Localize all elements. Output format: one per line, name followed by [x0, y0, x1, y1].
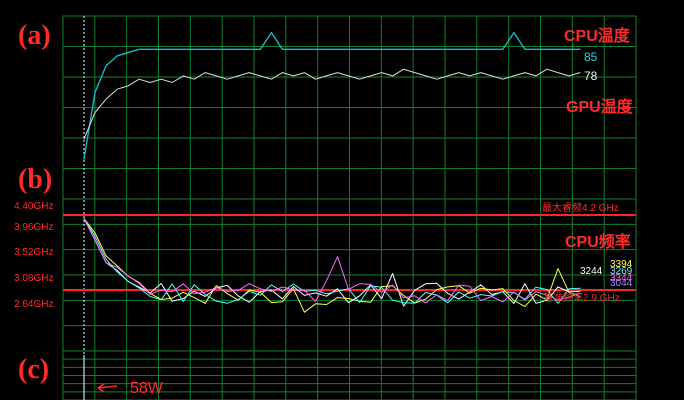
cpu-temp-value-label: 85	[584, 50, 598, 64]
frequency-value-label-3044: 3044	[610, 278, 633, 289]
y-tick-label-2-64: 2.64GHz	[14, 299, 53, 310]
panel-a-letter-label: (a)	[18, 20, 51, 51]
monitoring-chart-canvas: (a) (b) (c) CPU温度 GPU温度 85 78 最大睿频4.2 GH…	[14, 15, 637, 400]
y-tick-label-4-40: 4.40GHz	[14, 201, 53, 212]
panel-c-letter-label: (c)	[18, 354, 49, 385]
panel-b-letter-label: (b)	[18, 164, 52, 195]
gpu-temp-label: GPU温度	[566, 97, 634, 116]
gpu-temp-value-label: 78	[584, 69, 598, 83]
y-tick-label-3-08: 3.08GHz	[14, 273, 53, 284]
cpu-frequency-label: CPU频率	[565, 232, 631, 251]
cpu-temp-label: CPU温度	[564, 26, 631, 45]
frequency-value-label-3244: 3244	[580, 266, 603, 277]
power-marker-label: 58W	[130, 380, 164, 397]
y-tick-label-3-96: 3.96GHz	[14, 222, 53, 233]
base-frequency-label: 基准频率2.9 GHz	[543, 291, 620, 304]
max-frequency-label: 最大睿频4.2 GHz	[542, 201, 619, 214]
y-tick-label-3-52: 3.52GHz	[14, 247, 53, 258]
